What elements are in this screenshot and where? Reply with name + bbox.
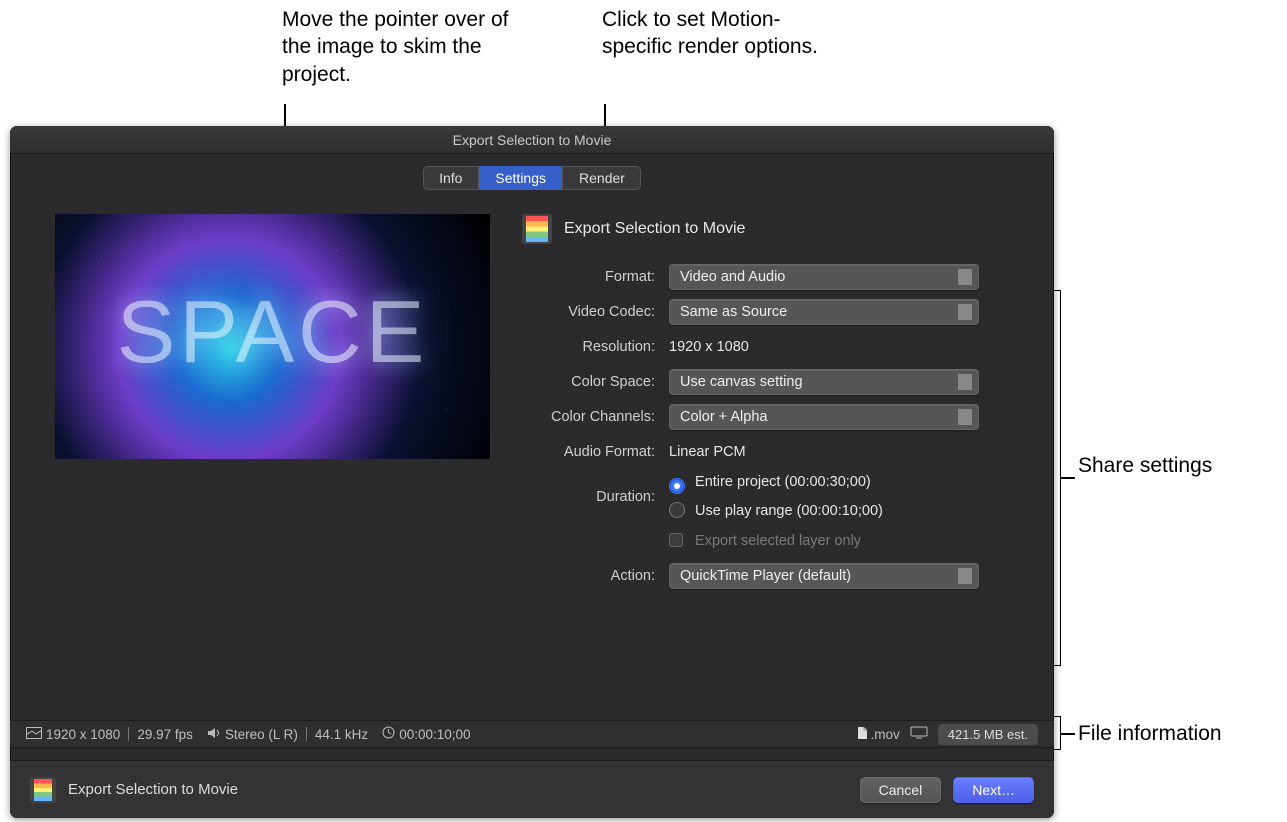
footer-dims: 1920 x 1080 <box>46 727 120 742</box>
codec-value: Same as Source <box>680 304 787 320</box>
export-layer-label: Export selected layer only <box>695 533 861 549</box>
updown-caret-icon <box>961 376 970 389</box>
export-layer-checkbox <box>669 533 683 547</box>
callout-share-settings: Share settings <box>1078 452 1212 479</box>
tab-segmented-control: Info Settings Render <box>423 166 641 190</box>
callout-skim: Move the pointer over of the image to sk… <box>282 6 512 88</box>
updown-caret-icon <box>961 411 970 424</box>
colorspace-select[interactable]: Use canvas setting <box>669 369 979 395</box>
label-duration: Duration: <box>520 489 655 505</box>
frame-icon <box>26 727 42 742</box>
footer-duration: 00:00:10;00 <box>399 727 470 742</box>
callout-file-info: File information <box>1078 720 1222 747</box>
footer-size-pill: 421.5 MB est. <box>938 724 1038 745</box>
colorchannels-select[interactable]: Color + Alpha <box>669 404 979 430</box>
display-icon <box>910 726 928 742</box>
updown-caret-icon <box>961 271 970 284</box>
clock-icon <box>382 726 395 742</box>
format-select[interactable]: Video and Audio <box>669 264 979 290</box>
colorspace-value: Use canvas setting <box>680 374 803 390</box>
label-colorspace: Color Space: <box>520 374 655 390</box>
preview-overlay-text: SPACE <box>55 281 490 383</box>
audioformat-value: Linear PCM <box>669 444 746 460</box>
action-select[interactable]: QuickTime Player (default) <box>669 563 979 589</box>
action-value: QuickTime Player (default) <box>680 568 851 584</box>
action-bar: Export Selection to Movie Cancel Next… <box>10 760 1054 818</box>
footer-ext: .mov <box>871 727 900 742</box>
speaker-icon <box>207 727 221 742</box>
footer-srate: 44.1 kHz <box>315 727 368 742</box>
radio-range-label: Use play range (00:00:10;00) <box>695 503 883 519</box>
format-value: Video and Audio <box>680 269 785 285</box>
label-action: Action: <box>520 568 655 584</box>
updown-caret-icon <box>961 570 970 583</box>
export-dialog: Export Selection to Movie Info Settings … <box>10 126 1054 818</box>
next-button[interactable]: Next… <box>953 777 1034 803</box>
label-colorchannels: Color Channels: <box>520 409 655 425</box>
label-audioformat: Audio Format: <box>520 444 655 460</box>
label-resolution: Resolution: <box>520 339 655 355</box>
window-title: Export Selection to Movie <box>10 126 1054 154</box>
footer-fps: 29.97 fps <box>137 727 193 742</box>
file-info-bar: 1920 x 1080 29.97 fps Stereo (L R) 44.1 … <box>10 720 1054 748</box>
radio-entire-project[interactable] <box>669 478 685 494</box>
tab-settings[interactable]: Settings <box>478 166 562 190</box>
codec-select[interactable]: Same as Source <box>669 299 979 325</box>
action-bar-title: Export Selection to Movie <box>68 781 238 798</box>
label-format: Format: <box>520 269 655 285</box>
panel-heading: Export Selection to Movie <box>564 220 745 238</box>
radio-play-range[interactable] <box>669 502 685 518</box>
callout-render: Click to set Motion-specific render opti… <box>602 6 822 61</box>
updown-caret-icon <box>961 306 970 319</box>
radio-entire-label: Entire project (00:00:30;00) <box>695 474 871 490</box>
footer-audio: Stereo (L R) <box>225 727 298 742</box>
tab-info[interactable]: Info <box>423 166 478 190</box>
file-icon <box>857 726 868 743</box>
cancel-button[interactable]: Cancel <box>860 777 942 803</box>
resolution-value: 1920 x 1080 <box>669 339 749 355</box>
label-codec: Video Codec: <box>520 304 655 320</box>
colorchannels-value: Color + Alpha <box>680 409 767 425</box>
motion-app-icon <box>522 214 552 244</box>
tab-render[interactable]: Render <box>562 166 641 190</box>
motion-app-icon <box>30 777 56 803</box>
preview-thumbnail[interactable]: SPACE <box>55 214 490 459</box>
